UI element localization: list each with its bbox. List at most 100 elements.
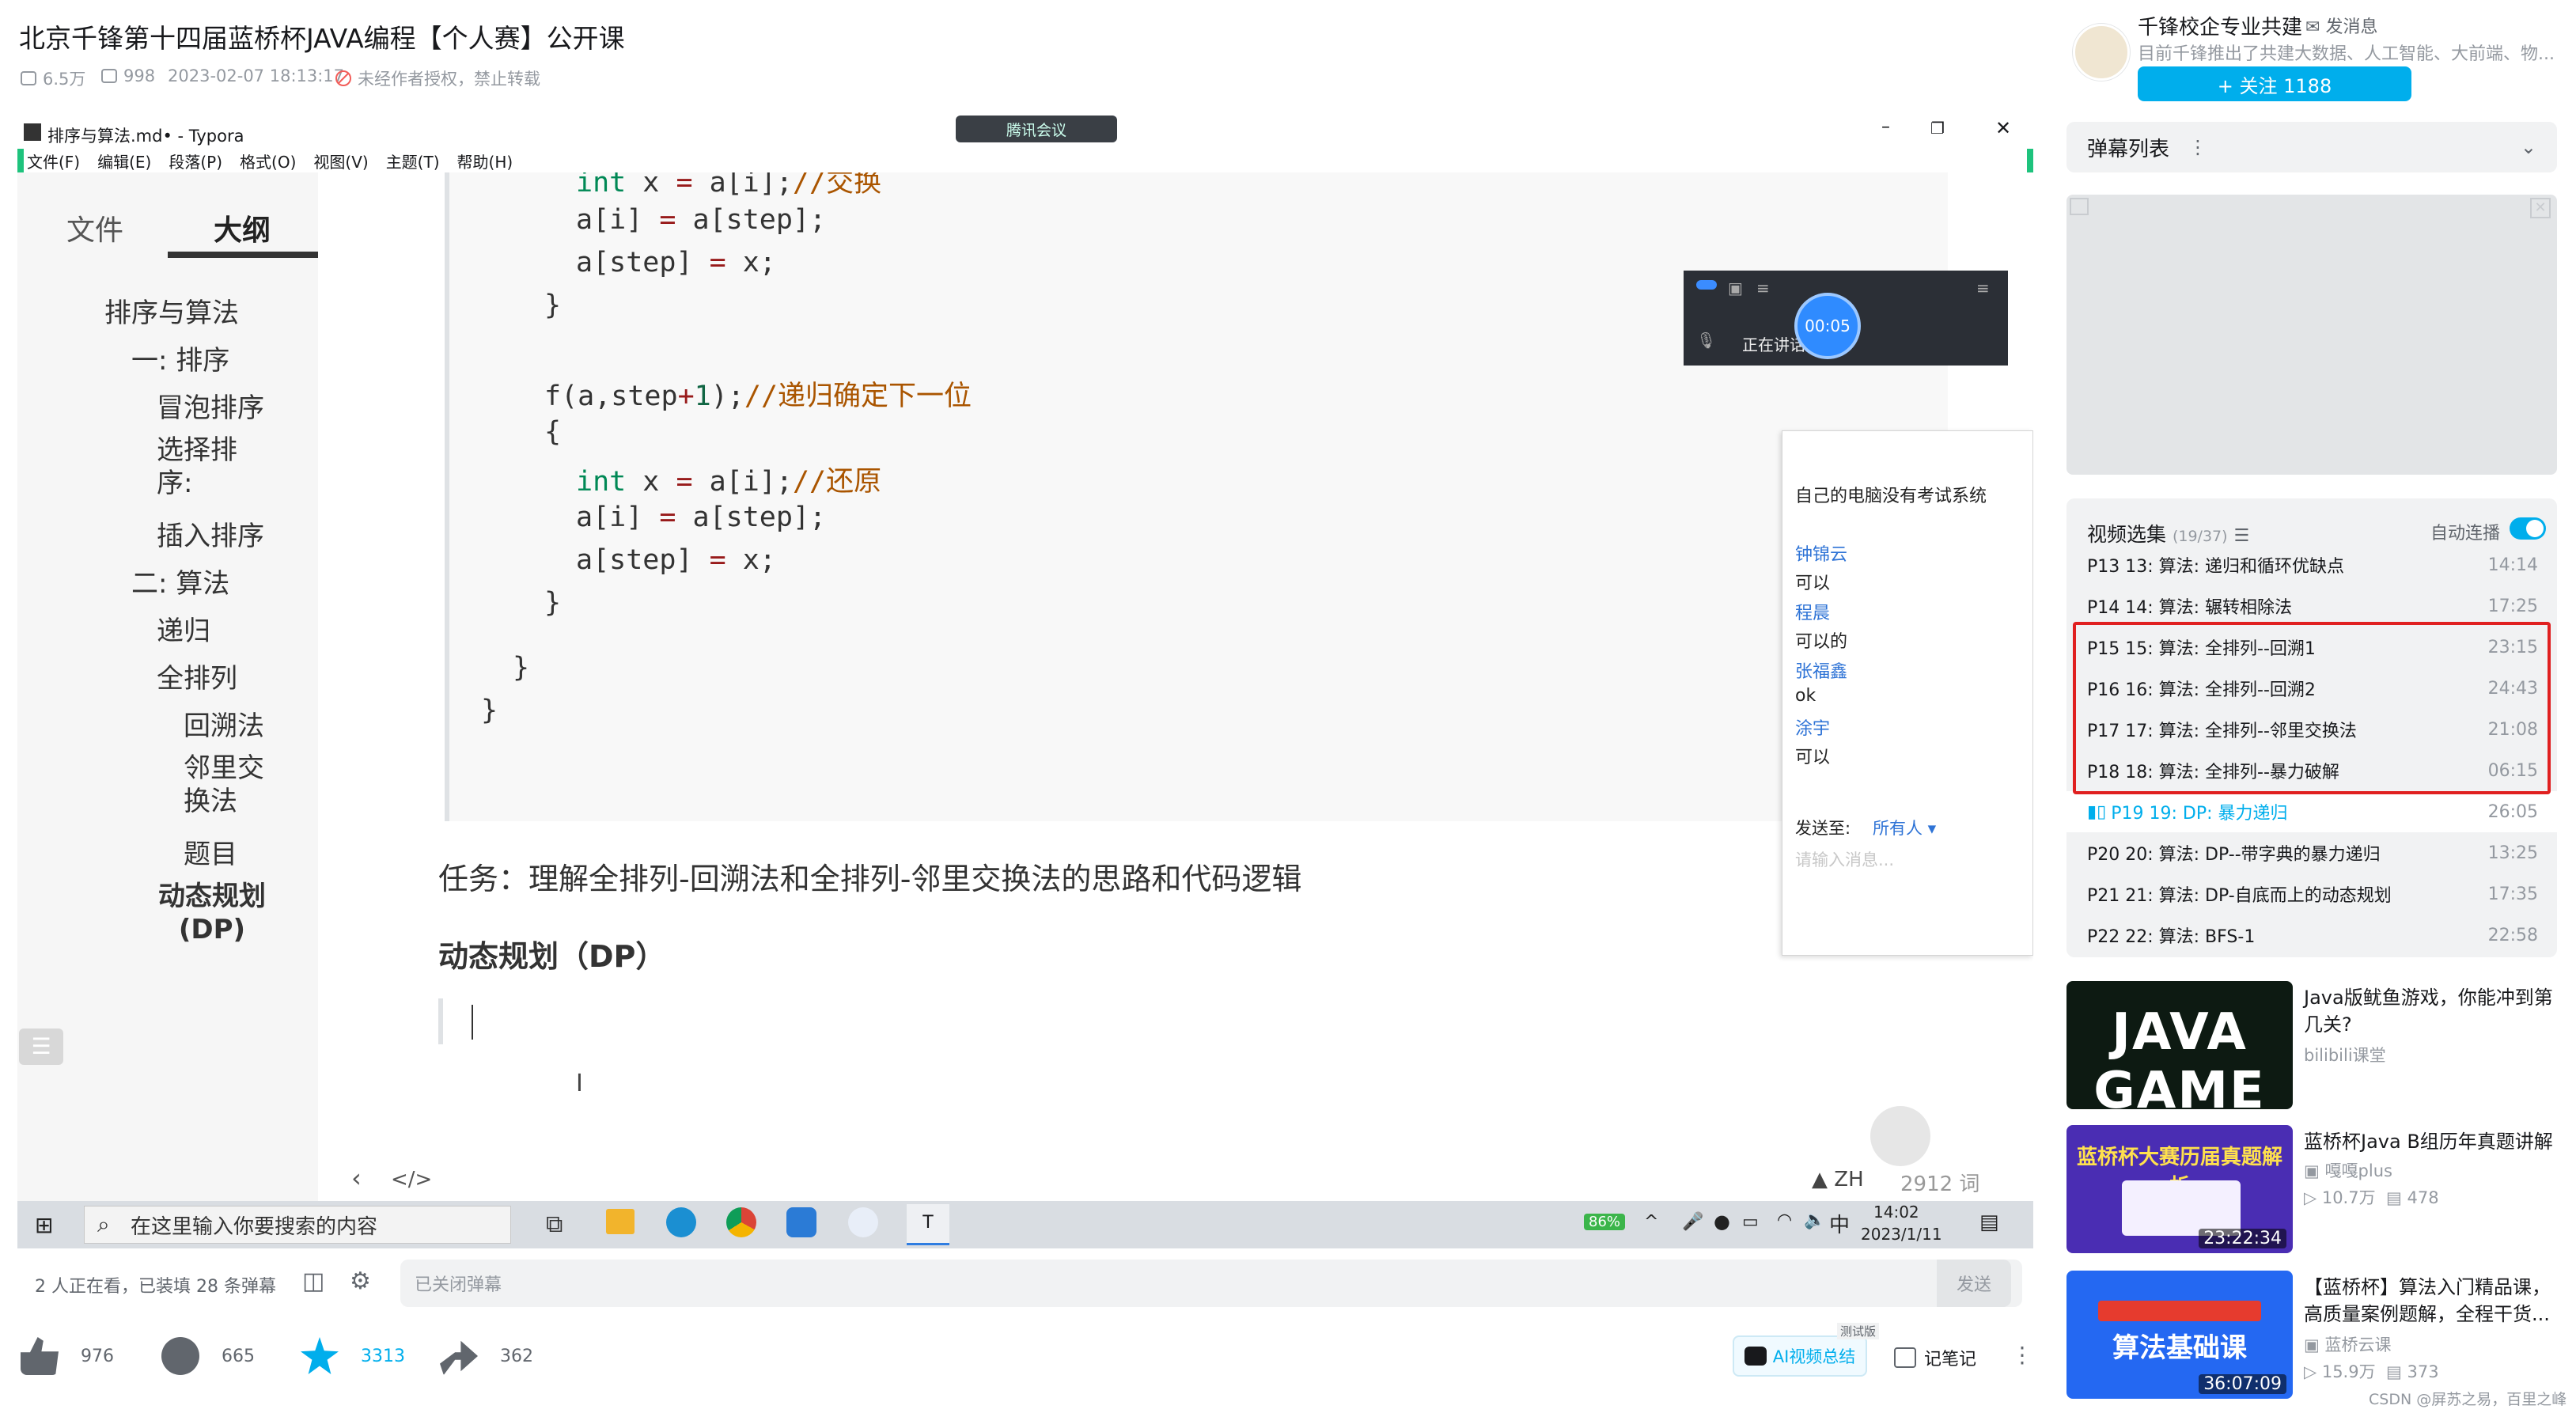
playlist-item[interactable]: P14 14: 算法: 辗转相除法 17:25 bbox=[2066, 585, 2557, 627]
outline-item[interactable]: 全排列 bbox=[157, 657, 237, 695]
power-tray-icon[interactable]: ▭ bbox=[1742, 1212, 1759, 1232]
recommended-title[interactable]: 【蓝桥杯】算法入门精品课，高质量案例题解，全程干货... bbox=[2304, 1274, 2565, 1328]
taskbar-search-input[interactable]: ⌕ 在这里输入你要搜索的内容 bbox=[84, 1206, 511, 1244]
chat-input[interactable]: 请输入消息... bbox=[1795, 847, 1894, 871]
wifi-icon[interactable]: ◠ bbox=[1777, 1210, 1792, 1230]
ad-banner[interactable]: ✕ bbox=[2066, 195, 2557, 475]
menu-file[interactable]: 文件(F) bbox=[27, 150, 80, 172]
recommended-title[interactable]: Java版鱿鱼游戏，你能冲到第几关? bbox=[2304, 984, 2565, 1038]
source-code-icon[interactable]: </> bbox=[391, 1168, 432, 1191]
menu-format[interactable]: 格式(O) bbox=[240, 150, 296, 172]
outline-item[interactable]: 排序与算法 bbox=[104, 291, 239, 330]
language-indicator[interactable]: ▲ ZH bbox=[1812, 1168, 1864, 1191]
playlist-item[interactable]: P13 13: 算法: 递归和循环优缺点 14:14 bbox=[2066, 544, 2557, 585]
ai-summary-button[interactable]: AI视频总结 bbox=[1733, 1335, 1867, 1377]
recommended-video[interactable]: 算法基础课 36:07:09 【蓝桥杯】算法入门精品课，高质量案例题解，全程干货… bbox=[2066, 1271, 2573, 1402]
recommended-uploader[interactable]: ▣ 嘎嘎plus bbox=[2304, 1158, 2392, 1182]
video-thumbnail[interactable]: 蓝桥杯大赛历届真题解析 23:22:34 bbox=[2066, 1125, 2293, 1253]
task-view-icon[interactable]: ⧉ bbox=[546, 1210, 563, 1238]
send-to-select[interactable]: 所有人 ▾ bbox=[1873, 816, 1936, 839]
windows-start-icon[interactable]: ⊞ bbox=[35, 1212, 53, 1238]
recommended-video[interactable]: 蓝桥杯大赛历届真题解析 23:22:34 蓝桥杯Java B组历年真题讲解 ▣ … bbox=[2066, 1125, 2573, 1256]
danmaku-list-toggle[interactable]: 弹幕列表 ⋮ ⌄ bbox=[2066, 122, 2557, 172]
ime-indicator[interactable]: 中 bbox=[1829, 1209, 1850, 1238]
outline-item[interactable]: 题目 bbox=[184, 832, 237, 871]
video-player[interactable]: 排序与算法.md• - Typora 腾讯会议 – ❐ ✕ 文件(F) 编辑(E… bbox=[17, 116, 2033, 1248]
menu-paragraph[interactable]: 段落(P) bbox=[169, 150, 222, 172]
typora-taskbar-icon[interactable]: T bbox=[907, 1204, 949, 1245]
video-thumbnail[interactable]: JAVA GAME bbox=[2066, 981, 2293, 1109]
outline-item[interactable]: 回溯法 bbox=[184, 704, 264, 743]
clock-date[interactable]: 2023/1/11 bbox=[1861, 1225, 1942, 1244]
close-button[interactable]: ✕ bbox=[1995, 117, 2011, 139]
battery-indicator[interactable]: 86% bbox=[1584, 1214, 1626, 1230]
outline-item[interactable]: 选择排序: bbox=[157, 434, 267, 500]
list-view-icon[interactable]: ☰ bbox=[2234, 526, 2250, 546]
playlist-item[interactable]: P21 21: 算法: DP-自底而上的动态规划 17:35 bbox=[2066, 873, 2557, 915]
autoplay-toggle[interactable] bbox=[2510, 517, 2546, 540]
avatar[interactable] bbox=[2073, 24, 2130, 81]
menu-theme[interactable]: 主题(T) bbox=[386, 150, 440, 172]
maximize-button[interactable]: ❐ bbox=[1930, 119, 1945, 138]
danmaku-send-button[interactable]: 发送 bbox=[1937, 1260, 2011, 1307]
video-thumbnail[interactable]: 算法基础课 36:07:09 bbox=[2066, 1271, 2293, 1399]
edge-browser-icon[interactable] bbox=[666, 1207, 696, 1237]
tencent-meeting-icon[interactable] bbox=[786, 1207, 816, 1237]
send-message-link[interactable]: ✉ 发消息 bbox=[2305, 13, 2377, 38]
chrome-browser-icon[interactable] bbox=[726, 1207, 756, 1237]
recommended-video[interactable]: JAVA GAME Java版鱿鱼游戏，你能冲到第几关? bilibili课堂 bbox=[2066, 981, 2573, 1112]
microphone-icon[interactable]: 🎙 bbox=[1696, 331, 1716, 350]
outline-item[interactable]: 二: 算法 bbox=[131, 562, 229, 600]
outline-item[interactable]: 插入排序 bbox=[157, 514, 264, 553]
menu-icon[interactable]: ≡ bbox=[1756, 278, 1770, 297]
volume-icon[interactable]: 🔈 bbox=[1804, 1210, 1825, 1230]
collapse-icon[interactable]: ≡ bbox=[1976, 278, 1990, 297]
clock-time[interactable]: 14:02 bbox=[1873, 1203, 1919, 1222]
file-explorer-icon[interactable] bbox=[606, 1209, 635, 1234]
favorite-button[interactable]: 3313 bbox=[301, 1337, 405, 1375]
meeting-tab[interactable]: 腾讯会议 bbox=[956, 116, 1117, 142]
danmaku-toggle-icon[interactable]: ◫ bbox=[302, 1267, 324, 1295]
uploader-name[interactable]: 千锋校企专业共建 bbox=[2138, 11, 2302, 40]
tray-chevron-icon[interactable]: ^ bbox=[1644, 1212, 1658, 1232]
playlist-item-active[interactable]: ▮▯ P19 19: DP: 暴力递归 26:05 bbox=[2066, 791, 2557, 832]
mic-tray-icon[interactable]: 🎤 bbox=[1682, 1212, 1703, 1232]
qq-tray-icon[interactable]: ● bbox=[1714, 1210, 1730, 1233]
danmaku-settings-icon[interactable]: ⚙ bbox=[350, 1267, 371, 1295]
close-ad-icon[interactable]: ✕ bbox=[2530, 198, 2551, 218]
notification-icon[interactable]: ▤ bbox=[1979, 1210, 1999, 1234]
app-icon[interactable] bbox=[848, 1207, 878, 1237]
chevron-down-icon[interactable]: ⌄ bbox=[2521, 136, 2536, 158]
like-button[interactable]: 976 bbox=[21, 1337, 114, 1375]
menu-help[interactable]: 帮助(H) bbox=[457, 150, 513, 172]
outline-toggle-icon[interactable]: ☰ bbox=[19, 1028, 63, 1065]
outline-item-active[interactable]: 动态规划(DP) bbox=[157, 880, 267, 946]
kebab-icon[interactable]: ⋮ bbox=[2188, 136, 2207, 158]
play-overlay-icon[interactable] bbox=[1870, 1106, 1930, 1166]
code-block[interactable]: int x = a[i];//交换 a[i] = a[step]; a[step… bbox=[445, 172, 1948, 821]
outline-item[interactable]: 邻里交换法 bbox=[184, 752, 278, 818]
window-icon[interactable]: ▣ bbox=[1728, 278, 1743, 297]
playlist-item[interactable]: P22 22: 算法: BFS-1 22:58 bbox=[2066, 915, 2557, 956]
word-count[interactable]: 2912 词 bbox=[1900, 1168, 1979, 1197]
menu-view[interactable]: 视图(V) bbox=[313, 150, 368, 172]
menu-edit[interactable]: 编辑(E) bbox=[97, 150, 151, 172]
danmaku-input[interactable]: 已关闭弹幕 bbox=[400, 1260, 2022, 1307]
playlist-item[interactable]: P20 20: 算法: DP--带字典的暴力递归 13:25 bbox=[2066, 832, 2557, 873]
follow-button[interactable]: + 关注 1188 bbox=[2138, 66, 2411, 101]
meeting-timer[interactable]: 00:05 bbox=[1794, 293, 1861, 359]
recommended-uploader[interactable]: bilibili课堂 bbox=[2304, 1043, 2386, 1066]
share-button[interactable]: 362 bbox=[440, 1337, 533, 1375]
outline-item[interactable]: 冒泡排序 bbox=[157, 386, 264, 425]
chevron-left-icon[interactable]: ‹ bbox=[351, 1163, 362, 1193]
outline-item[interactable]: 递归 bbox=[157, 609, 210, 648]
outline-item[interactable]: 一: 排序 bbox=[131, 339, 229, 377]
tab-outline[interactable]: 大纲 bbox=[214, 207, 271, 248]
coin-button[interactable]: 665 bbox=[161, 1337, 255, 1375]
recommended-title[interactable]: 蓝桥杯Java B组历年真题讲解 bbox=[2304, 1128, 2565, 1155]
more-icon[interactable]: ⋮ bbox=[2011, 1342, 2033, 1368]
recommended-uploader[interactable]: ▣ 蓝桥云课 bbox=[2304, 1332, 2392, 1356]
minimize-button[interactable]: – bbox=[1881, 117, 1890, 137]
tab-files[interactable]: 文件 bbox=[66, 207, 123, 248]
notes-button[interactable]: 记笔记 bbox=[1894, 1345, 1976, 1370]
